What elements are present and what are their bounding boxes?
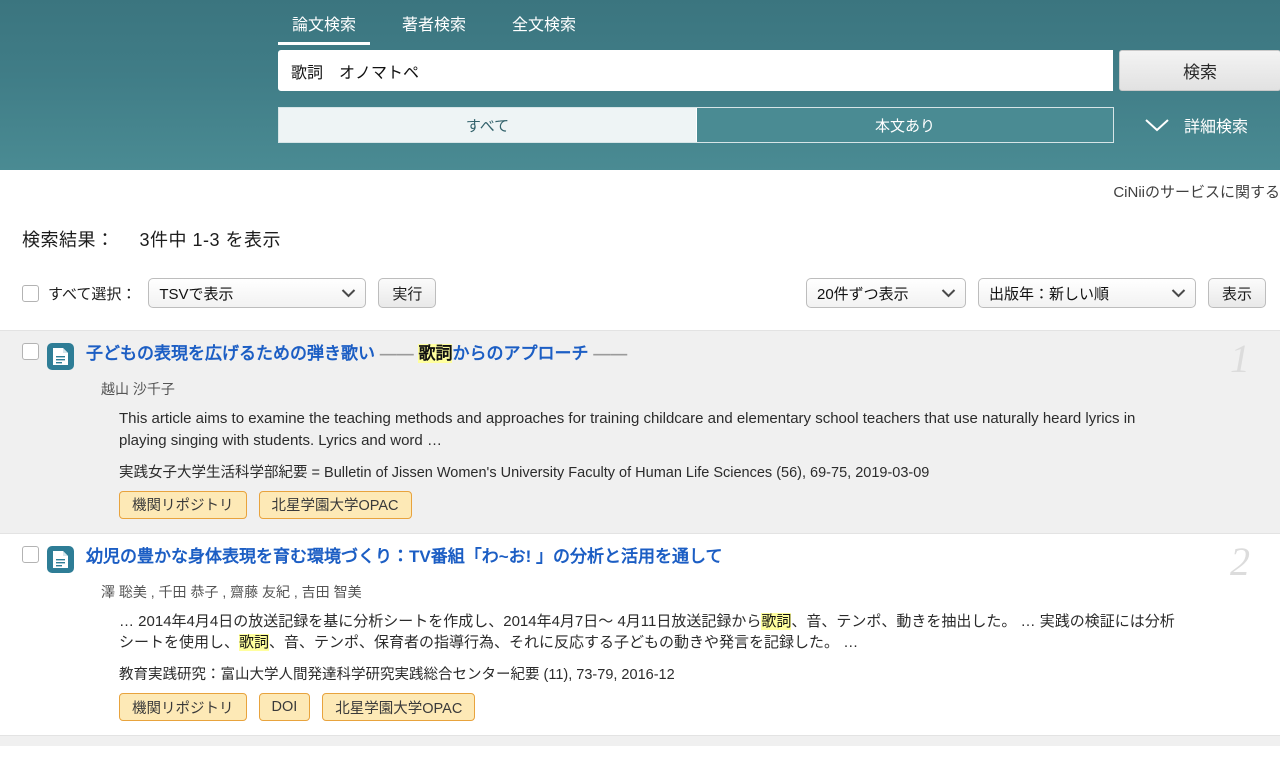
title-text: 幼児の豊かな身体表現を育む環境づくり：TV番組「わ~お! 」の分析と活用を通して: [86, 546, 723, 566]
result-journal-info: 教育実践研究：富山大学人間発達科学研究実践総合センター紀要 (11), 73-7…: [119, 667, 675, 683]
select-all-label: すべて選択：: [48, 285, 137, 303]
title-highlight: 歌詞: [418, 344, 453, 363]
result-abstract: This article aims to examine the teachin…: [119, 408, 1180, 452]
result-row: 2 幼児の豊かな身体表現を育む環境づくり：TV番組「わ~お! 」の分析と活用を通し…: [0, 532, 1280, 735]
title-dash: ——: [593, 344, 628, 363]
result-index: 1: [1230, 336, 1250, 381]
filter-row: すべて 本文あり 詳細検索: [278, 107, 1248, 143]
title-text: 子どもの表現を広げるための弾き歌い: [86, 344, 380, 363]
search-input[interactable]: 歌詞 オノマトペ: [278, 50, 1113, 91]
export-format-select[interactable]: TSVで表示: [148, 278, 367, 308]
result-badges: 機関リポジトリ 北星学園大学OPAC: [119, 490, 1180, 519]
per-page-value: 20件ずつ表示: [816, 285, 909, 303]
result-authors[interactable]: 越山 沙千子: [101, 379, 1180, 399]
result-row-partial: [0, 735, 1280, 746]
source-badge[interactable]: 北星学園大学OPAC: [258, 490, 412, 519]
advanced-search-toggle[interactable]: 詳細検索: [1144, 113, 1248, 137]
abstract-highlight: 歌詞: [239, 634, 270, 652]
result-header: 子どもの表現を広げるための弾き歌い —— 歌詞からのアプローチ ——: [22, 343, 1180, 370]
display-button[interactable]: 表示: [1207, 278, 1266, 308]
result-index: 2: [1230, 538, 1250, 584]
toolbar-left-group: すべて選択： TSVで表示 実行: [22, 276, 437, 310]
execute-button-label: 実行: [392, 285, 423, 303]
result-badges: 機関リポジトリ DOI 北星学園大学OPAC: [119, 693, 1180, 721]
tab-label: 著者検索: [402, 17, 467, 34]
per-page-select[interactable]: 20件ずつ表示: [805, 278, 966, 308]
tab-paper-search[interactable]: 論文検索: [278, 11, 371, 45]
service-notice-bar: CiNiiのサービスに関する: [0, 170, 1280, 212]
caret-down-icon: [341, 288, 356, 298]
advanced-search-label: 詳細検索: [1184, 119, 1249, 136]
result-abstract: … 2014年4月4日の放送記録を基に分析シートを作成し、2014年4月7日〜 …: [119, 611, 1180, 655]
filter-all-label: すべて: [465, 117, 510, 135]
results-count-value: 3件中 1-3 を表示: [139, 230, 282, 250]
abstract-text: … 2014年4月4日の放送記録を基に分析シートを作成し、2014年4月7日〜 …: [119, 612, 762, 630]
result-title-link[interactable]: 子どもの表現を広げるための弾き歌い —— 歌詞からのアプローチ ——: [86, 343, 627, 365]
sort-order-value: 出版年：新しい順: [988, 285, 1109, 303]
execute-button[interactable]: 実行: [378, 278, 437, 308]
title-text: からのアプローチ: [452, 344, 594, 363]
tab-label: 論文検索: [292, 17, 357, 34]
select-all-checkbox[interactable]: [22, 284, 39, 302]
caret-down-icon: [941, 288, 956, 298]
results-count-label: 検索結果：: [22, 230, 115, 250]
search-mode-tabs: 論文検索 著者検索 全文検索: [278, 0, 608, 45]
display-button-label: 表示: [1221, 285, 1252, 303]
result-journal-info: 実践女子大学生活科学部紀要 = Bulletin of Jissen Women…: [119, 464, 930, 481]
abstract-text: This article aims to examine the teachin…: [119, 410, 1136, 449]
results-list: 1 子どもの表現を広げるための弾き歌い —— 歌詞からのアプローチ —— 越山 沙千…: [0, 330, 1280, 735]
result-header: 幼児の豊かな身体表現を育む環境づくり：TV番組「わ~お! 」の分析と活用を通して: [22, 545, 1180, 573]
document-icon[interactable]: [47, 343, 74, 370]
result-authors[interactable]: 澤 聡美 , 千田 恭子 , 齋藤 友紀 , 吉田 智美: [101, 582, 1180, 602]
result-row: 1 子どもの表現を広げるための弾き歌い —— 歌詞からのアプローチ —— 越山 沙千…: [0, 330, 1280, 533]
document-icon[interactable]: [47, 545, 74, 573]
abstract-highlight: 歌詞: [761, 612, 792, 630]
toolbar-right-group: 20件ずつ表示 出版年：新しい順 表示: [805, 276, 1266, 310]
search-button-label: 検索: [1183, 63, 1217, 82]
result-checkbox[interactable]: [22, 343, 39, 360]
results-toolbar: すべて選択： TSVで表示 実行 20件ずつ表示 出版年：新しい順 表示: [0, 276, 1280, 326]
filter-all[interactable]: すべて: [279, 108, 696, 142]
result-title-link[interactable]: 幼児の豊かな身体表現を育む環境づくり：TV番組「わ~お! 」の分析と活用を通して: [86, 546, 723, 568]
source-badge[interactable]: DOI: [258, 693, 311, 721]
tab-label: 全文検索: [512, 17, 577, 34]
source-badge[interactable]: 機関リポジトリ: [119, 490, 247, 519]
tab-author-search[interactable]: 著者検索: [388, 11, 480, 45]
source-badge[interactable]: 北星学園大学OPAC: [322, 693, 476, 721]
filter-fulltext-label: 本文あり: [874, 117, 935, 135]
chevron-down-icon: [1144, 117, 1170, 133]
fulltext-filter-toggle: すべて 本文あり: [278, 107, 1114, 143]
caret-down-icon: [1171, 288, 1186, 298]
abstract-text: 、音、テンポ、保育者の指導行為、それに反応する子どもの動きや発言を記録した。 …: [269, 634, 859, 652]
service-notice-text[interactable]: CiNiiのサービスに関する: [1113, 181, 1280, 202]
site-header: 論文検索 著者検索 全文検索 歌詞 オノマトペ 検索 すべて 本文あり 詳細検索: [0, 0, 1280, 170]
filter-fulltext[interactable]: 本文あり: [696, 108, 1113, 142]
results-count: 検索結果： 3件中 1-3 を表示: [0, 212, 1280, 252]
result-checkbox[interactable]: [22, 545, 39, 563]
search-button[interactable]: 検索: [1119, 50, 1280, 91]
title-dash: ——: [379, 344, 419, 363]
source-badge[interactable]: 機関リポジトリ: [119, 693, 247, 721]
sort-order-select[interactable]: 出版年：新しい順: [977, 278, 1196, 308]
search-input-value: 歌詞 オノマトペ: [291, 64, 420, 82]
export-format-value: TSVで表示: [159, 285, 234, 303]
search-row: 歌詞 オノマトペ 検索: [278, 50, 1280, 91]
tab-fulltext-search[interactable]: 全文検索: [498, 11, 590, 45]
